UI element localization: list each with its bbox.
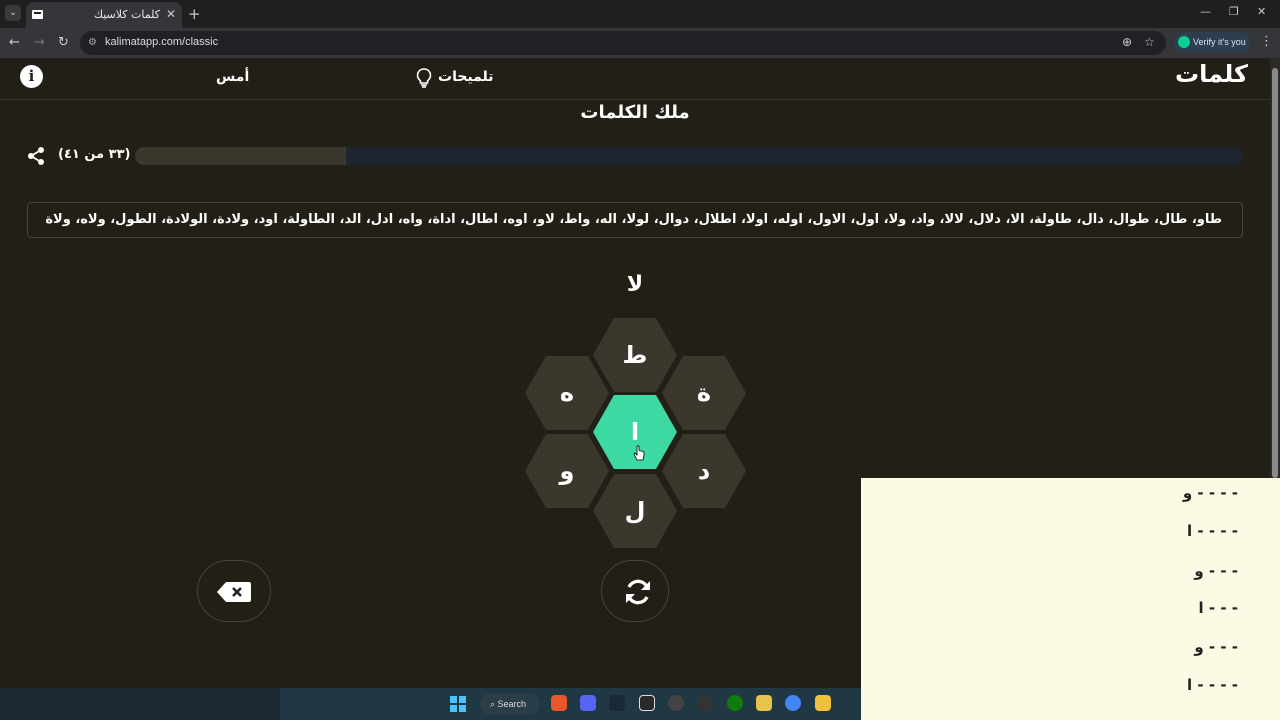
site-logo[interactable]: كلمات xyxy=(1175,60,1248,88)
address-bar[interactable]: ⚙ kalimatapp.com/classic ⊕ ☆ xyxy=(80,31,1166,55)
yesterday-button[interactable]: أمس xyxy=(216,69,249,85)
hint-row: ا - - - - xyxy=(1187,522,1238,540)
epic-games-icon[interactable] xyxy=(639,695,655,711)
hint-row: و - - - - xyxy=(1182,484,1238,502)
progress-count: (٣٣ من ٤١) xyxy=(58,147,131,162)
current-word-display: لا xyxy=(626,272,644,297)
backspace-icon xyxy=(217,582,251,602)
hint-panel: و - - - - ا - - - - و - - - ا - - - و - … xyxy=(861,478,1280,720)
hint-row: ا - - - xyxy=(1198,599,1239,617)
minimize-icon[interactable]: — xyxy=(1200,5,1211,18)
chrome-icon[interactable] xyxy=(785,695,801,711)
tab-title: كلمات كلاسيك xyxy=(93,8,160,21)
letter-cell-upper-right[interactable]: ة xyxy=(662,356,746,430)
reload-icon[interactable]: ↻ xyxy=(58,35,69,50)
browser-tab[interactable]: كلمات كلاسيك ✕ xyxy=(26,2,182,28)
delete-letter-button[interactable] xyxy=(197,560,271,622)
gear-app-icon[interactable] xyxy=(668,695,684,711)
forward-icon[interactable]: → xyxy=(34,35,45,50)
profile-avatar xyxy=(1178,36,1190,48)
browser-tab-bar: ⌄ كلمات كلاسيك ✕ + — ❐ ✕ xyxy=(0,0,1280,28)
letter-cell-upper-left[interactable]: ه xyxy=(525,356,609,430)
hint-row: و - - - xyxy=(1194,638,1238,656)
shuffle-button[interactable] xyxy=(601,560,669,622)
tab-favicon-icon xyxy=(32,10,43,19)
taskbar-background xyxy=(280,688,861,720)
bookmark-star-icon[interactable]: ☆ xyxy=(1144,35,1155,49)
progress-bar-fill xyxy=(135,147,346,165)
hint-row: ا - - - - xyxy=(1187,676,1238,694)
lightbulb-icon[interactable] xyxy=(416,68,432,88)
taskbar-search[interactable]: ⌕ Search xyxy=(480,693,540,715)
xbox-icon[interactable] xyxy=(727,695,743,711)
letter-cell-bottom[interactable]: ل xyxy=(593,474,677,548)
letter-cell-lower-right[interactable]: د xyxy=(662,434,746,508)
windows-taskbar: ⌕ Search xyxy=(0,688,861,720)
progress-bar xyxy=(135,147,1243,165)
brave-browser-icon[interactable] xyxy=(551,695,567,711)
found-words-box[interactable]: طاو، طال، طوال، دال، طاولة، الا، دلال، ل… xyxy=(27,202,1243,238)
letter-cell-top[interactable]: ط xyxy=(593,318,677,392)
site-info-icon[interactable]: ⚙ xyxy=(88,37,100,49)
back-icon[interactable]: ← xyxy=(9,35,20,50)
steelseries-icon[interactable] xyxy=(697,695,713,711)
info-icon[interactable]: i xyxy=(20,65,43,88)
site-header: كلمات تلميحات أمس i xyxy=(0,58,1270,100)
discord-icon[interactable] xyxy=(580,695,596,711)
close-window-icon[interactable]: ✕ xyxy=(1257,5,1266,18)
hint-row: و - - - xyxy=(1194,562,1238,580)
maps-app-icon[interactable] xyxy=(756,695,772,711)
browser-menu-icon[interactable]: ⋮ xyxy=(1260,34,1273,49)
steam-icon[interactable] xyxy=(609,695,625,711)
scrollbar-thumb[interactable] xyxy=(1272,68,1278,478)
new-tab-icon[interactable]: + xyxy=(188,5,201,23)
tab-close-icon[interactable]: ✕ xyxy=(166,7,176,21)
tab-list-button[interactable]: ⌄ xyxy=(5,5,21,21)
zoom-icon[interactable]: ⊕ xyxy=(1122,35,1132,49)
verify-label: Verify it's you xyxy=(1193,37,1246,47)
found-words-list: طاو، طال، طوال، دال، طاولة، الا، دلال، ل… xyxy=(45,212,1222,227)
browser-toolbar: ← → ↻ ⚙ kalimatapp.com/classic ⊕ ☆ xyxy=(0,28,1280,58)
refresh-icon xyxy=(626,579,650,605)
hand-cursor-icon xyxy=(633,445,645,461)
restore-icon[interactable]: ❐ xyxy=(1229,5,1239,18)
hints-button[interactable]: تلميحات xyxy=(438,69,494,85)
taskbar-search-label: Search xyxy=(497,699,527,709)
letter-cell-lower-left[interactable]: و xyxy=(525,434,609,508)
url-text: kalimatapp.com/classic xyxy=(105,36,219,48)
rank-title: ملك الكلمات xyxy=(580,102,690,123)
share-icon[interactable] xyxy=(26,146,46,166)
file-explorer-icon[interactable] xyxy=(815,695,831,711)
verify-identity-button[interactable]: Verify it's you xyxy=(1174,32,1250,52)
windows-start-icon[interactable] xyxy=(450,696,466,712)
